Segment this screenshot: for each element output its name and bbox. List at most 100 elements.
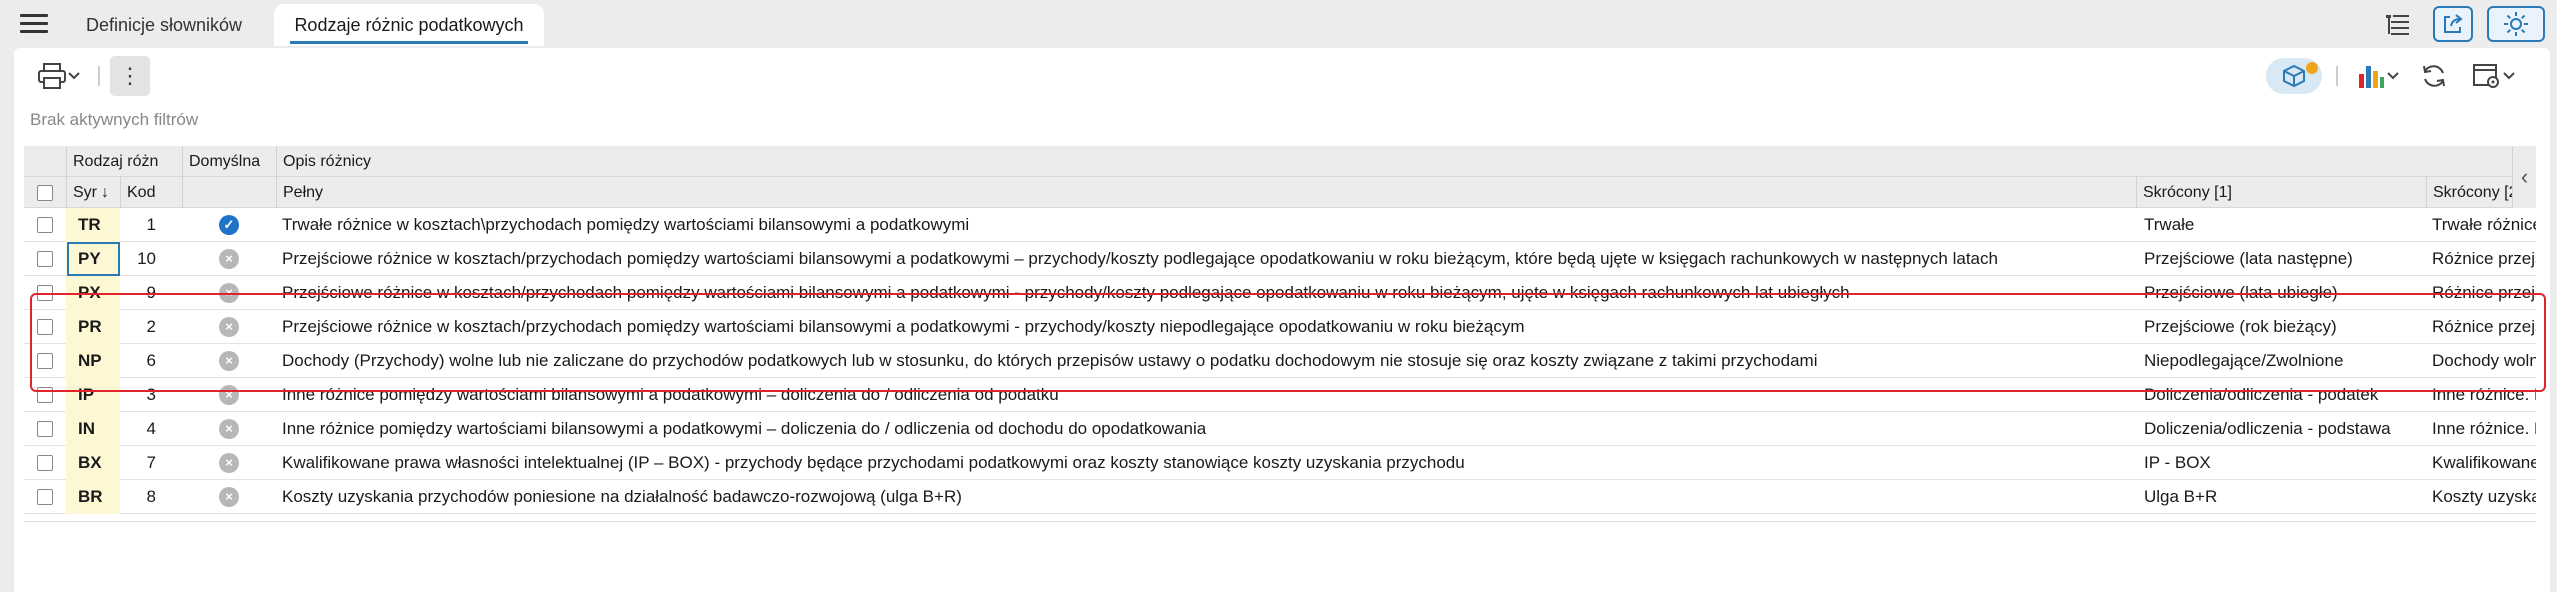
column-group-rodzaj: Rodzaj różn (66, 146, 182, 177)
cell-kod[interactable]: 4 (120, 412, 182, 446)
cell-domyslna[interactable]: ✓ (182, 208, 276, 242)
table-row[interactable]: IN 4 × Inne różnice pomiędzy wartościami bi… (24, 412, 2536, 446)
cell-domyslna[interactable]: × (182, 276, 276, 310)
table-row[interactable]: PX 9 × Przejściowe różnice w kosztach/przyc… (24, 276, 2536, 310)
cell-domyslna[interactable]: × (182, 344, 276, 378)
cell-kod[interactable]: 2 (120, 310, 182, 344)
cell-pelny[interactable]: Przejściowe różnice w kosztach/przychoda… (276, 310, 2136, 344)
cell-pelny[interactable]: Inne różnice pomiędzy wartościami bilans… (276, 412, 2136, 446)
cell-skrocony-1[interactable]: Przejściowe (rok bieżący) (2136, 310, 2426, 344)
theme-toggle-button[interactable] (2487, 6, 2545, 42)
row-checkbox[interactable] (37, 455, 53, 471)
column-header-pelny[interactable]: Pełny (276, 177, 2136, 208)
tab-rodzaje-roznic[interactable]: Rodzaje różnic podatkowych (274, 4, 544, 46)
menu-icon[interactable] (20, 14, 48, 36)
cell-domyslna[interactable]: × (182, 378, 276, 412)
cell-pelny[interactable]: Trwałe różnice w kosztach\przychodach po… (276, 208, 2136, 242)
table-row[interactable]: IP 3 × Inne różnice pomiędzy wartościami bi… (24, 378, 2536, 412)
cell-domyslna[interactable]: × (182, 480, 276, 514)
cell-skrocony-1[interactable]: Przejściowe (lata ubiegłe) (2136, 276, 2426, 310)
column-header-skrocony-1[interactable]: Skrócony [1] (2136, 177, 2426, 208)
x-circle-icon: × (219, 351, 239, 371)
tab-definicje-slownikow[interactable]: Definicje słowników (64, 4, 264, 46)
cube-view-button[interactable] (2266, 58, 2322, 94)
cell-symbol[interactable]: BR (66, 480, 120, 514)
cell-domyslna[interactable]: × (182, 446, 276, 480)
table-row[interactable]: NP 6 × Dochody (Przychody) wolne lub nie za… (24, 344, 2536, 378)
cell-symbol[interactable]: PX (66, 276, 120, 310)
cell-skrocony-2[interactable]: Różnice przejściowe (2426, 242, 2536, 276)
chevron-down-icon (2503, 72, 2515, 80)
row-select-cell (24, 480, 66, 514)
share-button[interactable] (2433, 6, 2473, 42)
cell-domyslna[interactable]: × (182, 412, 276, 446)
cell-skrocony-1[interactable]: Ulga B+R (2136, 480, 2426, 514)
cell-skrocony-2[interactable]: Kwalifikowane praw (2426, 446, 2536, 480)
cell-skrocony-1[interactable]: Przejściowe (lata następne) (2136, 242, 2426, 276)
list-settings-button[interactable] (2380, 6, 2416, 42)
cell-pelny[interactable]: Kwalifikowane prawa własności intelektua… (276, 446, 2136, 480)
cell-skrocony-2[interactable]: Różnice przejściowe (2426, 276, 2536, 310)
column-header-symbol[interactable]: Syr ↓ (66, 177, 120, 208)
cell-pelny[interactable]: Koszty uzyskania przychodów poniesione n… (276, 480, 2136, 514)
table-row[interactable]: BX 7 × Kwalifikowane prawa własności intele… (24, 446, 2536, 480)
cell-kod[interactable]: 7 (120, 446, 182, 480)
row-checkbox[interactable] (37, 353, 53, 369)
cell-skrocony-1[interactable]: Doliczenia/odliczenia - podstawa (2136, 412, 2426, 446)
cell-skrocony-1[interactable]: Trwałe (2136, 208, 2426, 242)
collapse-panel-chevron-left-icon[interactable]: ‹ (2512, 146, 2536, 208)
cell-pelny[interactable]: Inne różnice pomiędzy wartościami bilans… (276, 378, 2136, 412)
row-checkbox[interactable] (37, 319, 53, 335)
row-checkbox[interactable] (37, 421, 53, 437)
cell-skrocony-2[interactable]: Różnice przejściowe (2426, 310, 2536, 344)
cell-skrocony-1[interactable]: Niepodlegające/Zwolnione (2136, 344, 2426, 378)
column-label: Syr (73, 184, 97, 201)
cell-skrocony-2[interactable]: Inne różnice. Dolicze (2426, 412, 2536, 446)
row-checkbox[interactable] (37, 489, 53, 505)
cell-skrocony-2[interactable]: Trwałe różnice w kos (2426, 208, 2536, 242)
cell-skrocony-2[interactable]: Koszty uzyskania prz (2426, 480, 2536, 514)
cell-kod[interactable]: 6 (120, 344, 182, 378)
table-row[interactable]: TR 1 ✓ Trwałe różnice w kosztach\przychodac… (24, 208, 2536, 242)
row-checkbox[interactable] (37, 251, 53, 267)
cell-symbol[interactable]: BX (66, 446, 120, 480)
cell-pelny[interactable]: Przejściowe różnice w kosztach/przychoda… (276, 276, 2136, 310)
cell-kod[interactable]: 10 (120, 242, 182, 276)
cell-pelny[interactable]: Przejściowe różnice w kosztach/przychoda… (276, 242, 2136, 276)
cell-kod[interactable]: 9 (120, 276, 182, 310)
x-circle-icon: × (219, 487, 239, 507)
cell-skrocony-1[interactable]: Doliczenia/odliczenia - podatek (2136, 378, 2426, 412)
row-checkbox[interactable] (37, 387, 53, 403)
column-header-kod[interactable]: Kod (120, 177, 182, 208)
column-group-opis: Opis różnicy (276, 146, 2512, 177)
cell-symbol[interactable]: IP (66, 378, 120, 412)
more-options-button[interactable]: ⋮ (110, 56, 150, 96)
table-row[interactable]: PR 2 × Przejściowe różnice w kosztach/przyc… (24, 310, 2536, 344)
cell-symbol[interactable]: NP (66, 344, 120, 378)
x-circle-icon: × (219, 419, 239, 439)
row-checkbox[interactable] (37, 285, 53, 301)
cell-skrocony-2[interactable]: Inne różnice. Dolicze (2426, 378, 2536, 412)
cell-symbol[interactable]: IN (66, 412, 120, 446)
table-row[interactable]: BR 8 × Koszty uzyskania przychodów poniesio… (24, 480, 2536, 514)
cell-kod[interactable]: 8 (120, 480, 182, 514)
table-row[interactable]: PY 10 × Przejściowe różnice w kosztach/przy… (24, 242, 2536, 276)
chart-button[interactable] (2350, 58, 2406, 94)
column-header-domyslna[interactable]: Domyślna (182, 146, 276, 177)
cell-symbol[interactable]: PR (66, 310, 120, 344)
cell-kod[interactable]: 1 (120, 208, 182, 242)
bar-chart-icon (2359, 66, 2384, 88)
cell-domyslna[interactable]: × (182, 242, 276, 276)
chevron-down-icon (2387, 72, 2399, 80)
refresh-button[interactable] (2416, 58, 2452, 94)
print-button[interactable] (30, 58, 88, 94)
cell-skrocony-2[interactable]: Dochody wolne/lub n (2426, 344, 2536, 378)
cell-pelny[interactable]: Dochody (Przychody) wolne lub nie zalicz… (276, 344, 2136, 378)
cell-kod[interactable]: 3 (120, 378, 182, 412)
cell-domyslna[interactable]: × (182, 310, 276, 344)
row-checkbox[interactable] (37, 217, 53, 233)
cell-skrocony-1[interactable]: IP - BOX (2136, 446, 2426, 480)
cell-symbol[interactable]: TR (66, 208, 120, 242)
view-config-button[interactable] (2464, 58, 2524, 94)
select-all-checkbox[interactable] (37, 184, 53, 201)
